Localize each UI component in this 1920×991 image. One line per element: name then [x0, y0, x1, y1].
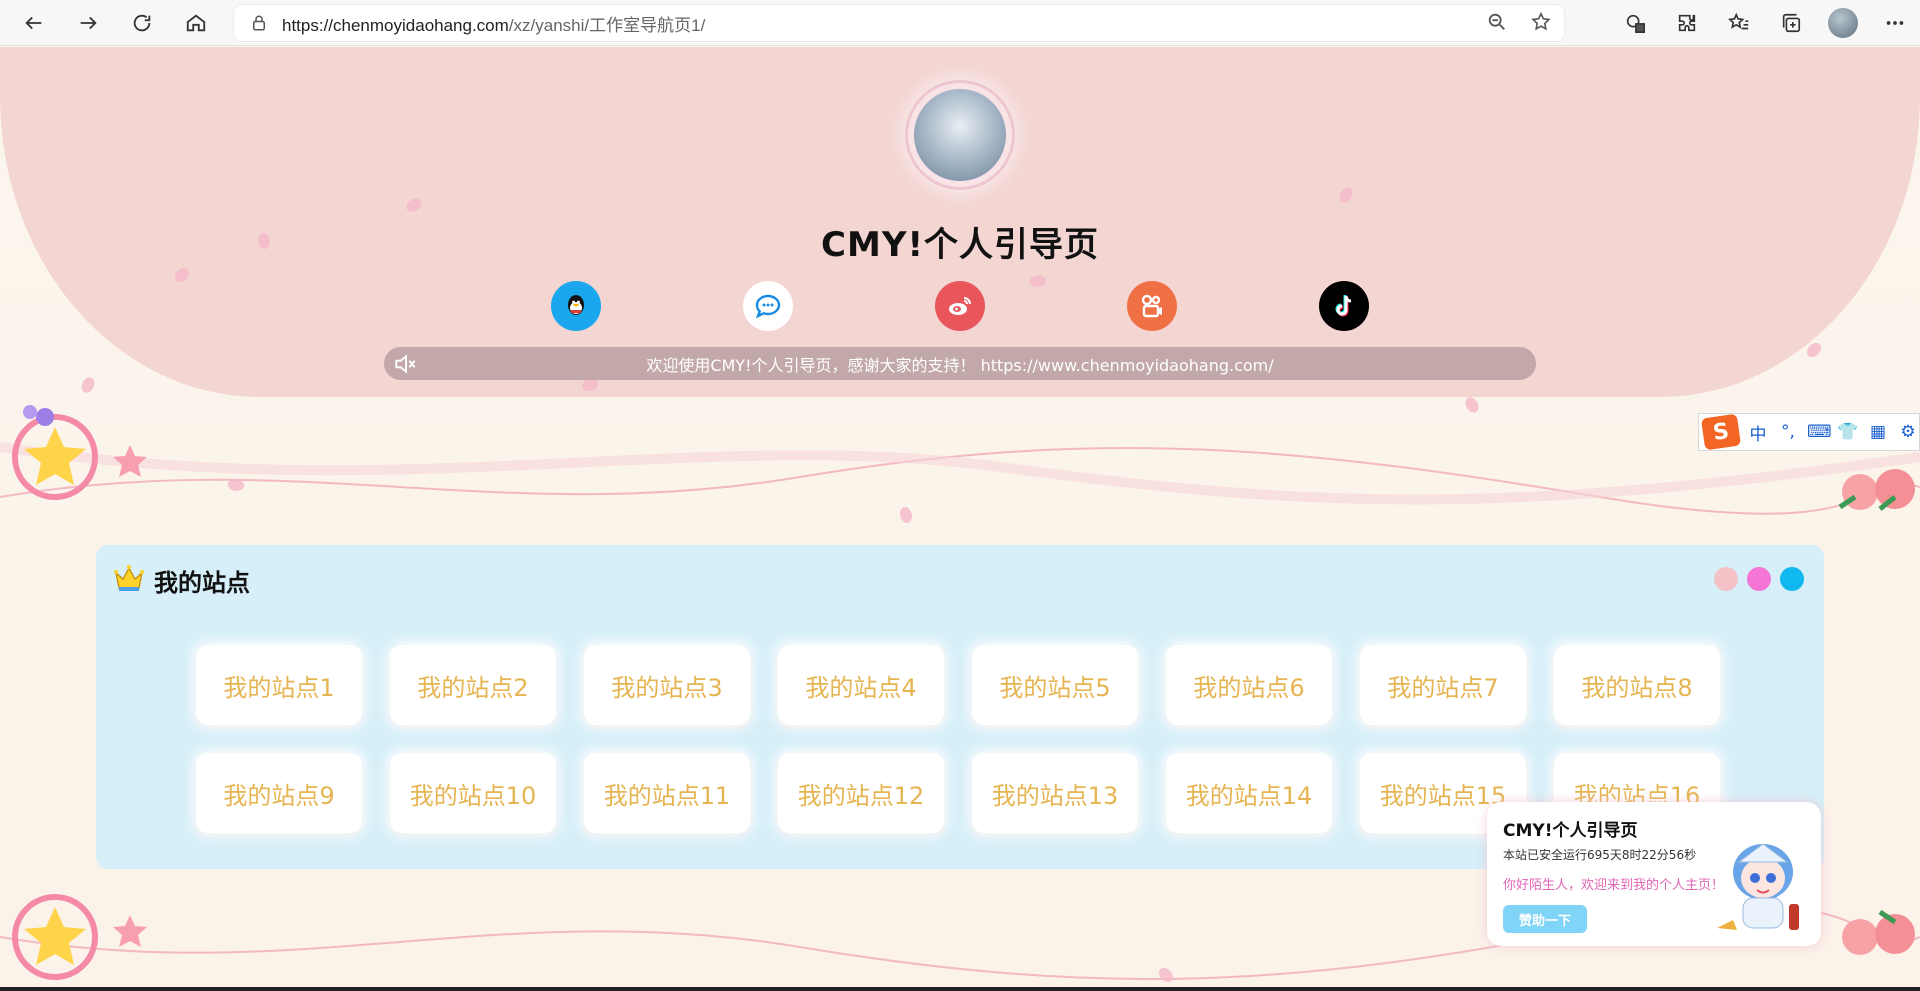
- profile-avatar: [1828, 8, 1858, 38]
- tiktok-link[interactable]: [1319, 281, 1369, 331]
- star-decoration-left: [12, 405, 147, 500]
- back-button[interactable]: [14, 3, 54, 43]
- uptime-text: 本站已安全运行695天8时22分56秒: [1503, 848, 1697, 862]
- dot-magenta: [1747, 567, 1771, 591]
- extensions-button[interactable]: [1672, 8, 1702, 38]
- settings-menu-button[interactable]: [1880, 8, 1910, 38]
- browser-toolbar: https://chenmoyidaohang.com/xz/yanshi/工作…: [0, 0, 1920, 46]
- url-path: /xz/yanshi/工作室导航页1/: [508, 15, 706, 35]
- weibo-link[interactable]: [935, 281, 985, 331]
- peach-decoration-bottom-right: [1842, 909, 1915, 955]
- mascot-illustration: [1717, 843, 1799, 930]
- collections-button[interactable]: [1776, 8, 1806, 38]
- profile-button[interactable]: [1828, 8, 1858, 38]
- more-icon: [1886, 21, 1904, 25]
- url-text: https://chenmoyidaohang.com/xz/yanshi/工作…: [282, 11, 705, 36]
- chat-link[interactable]: [743, 281, 793, 331]
- tiktok-icon: [1335, 295, 1352, 317]
- ime-toolbar[interactable]: S 中 °, ⌨ 👕 ▦ ⚙: [1698, 413, 1920, 451]
- site-link-5[interactable]: 我的站点5: [972, 645, 1138, 725]
- ime-mode[interactable]: 中: [1747, 420, 1769, 445]
- announcement-text: 欢迎使用CMY!个人引导页，感谢大家的支持！ https://www.chenm…: [646, 355, 1274, 375]
- ime-punctuation[interactable]: °,: [1777, 422, 1799, 442]
- wave-decoration-top: [0, 442, 1920, 515]
- weibo-icon: [949, 297, 971, 315]
- puzzle-icon: [1678, 14, 1696, 32]
- favorite-add-icon[interactable]: [1530, 11, 1552, 33]
- kuaishou-link[interactable]: [1127, 281, 1177, 331]
- qq-link[interactable]: [551, 281, 601, 331]
- star-decoration-bottom-left: [12, 894, 147, 980]
- window-dots: [1714, 567, 1804, 591]
- collections-icon: [1782, 13, 1801, 33]
- arrow-left-icon: [25, 16, 42, 29]
- card-title: CMY!个人引导页: [1503, 821, 1638, 841]
- welcome-card: CMY!个人引导页 本站已安全运行695天8时22分56秒 你好陌生人，欢迎来到…: [1487, 802, 1821, 946]
- avatar[interactable]: [914, 89, 1006, 181]
- favorites-button[interactable]: [1724, 8, 1754, 38]
- extension-button[interactable]: [1620, 8, 1650, 38]
- site-link-2[interactable]: 我的站点2: [390, 645, 556, 725]
- home-button[interactable]: [176, 3, 216, 43]
- favorites-list-icon: [1728, 12, 1749, 30]
- site-link-10[interactable]: 我的站点10: [390, 753, 556, 833]
- peach-decoration-right: [1838, 469, 1915, 511]
- qq-icon: [568, 295, 584, 315]
- refresh-icon: [133, 14, 151, 31]
- skin-icon[interactable]: 👕: [1837, 422, 1859, 442]
- page-bottom-edge: [0, 987, 1920, 991]
- lock-icon: [253, 15, 265, 31]
- site-link-8[interactable]: 我的站点8: [1554, 645, 1720, 725]
- toolbox-icon[interactable]: ▦: [1867, 422, 1889, 442]
- forward-button[interactable]: [68, 3, 108, 43]
- arrow-right-icon: [80, 16, 97, 29]
- site-link-7[interactable]: 我的站点7: [1360, 645, 1526, 725]
- sponsor-button[interactable]: 赞助一下: [1503, 905, 1587, 933]
- crown-icon: [112, 561, 146, 599]
- site-link-3[interactable]: 我的站点3: [584, 645, 750, 725]
- site-link-12[interactable]: 我的站点12: [778, 753, 944, 833]
- greeting-text: 你好陌生人，欢迎来到我的个人主页！: [1503, 878, 1725, 893]
- petal-decoration: [1462, 395, 1482, 415]
- ime-settings-icon[interactable]: ⚙: [1897, 422, 1919, 442]
- site-link-6[interactable]: 我的站点6: [1166, 645, 1332, 725]
- page: CMY!个人引导页 欢迎使用CMY!个人引导页，感谢大家的支持！ https:/…: [0, 47, 1920, 991]
- address-bar[interactable]: https://chenmoyidaohang.com/xz/yanshi/工作…: [234, 5, 1564, 41]
- site-link-13[interactable]: 我的站点13: [972, 753, 1138, 833]
- site-link-14[interactable]: 我的站点14: [1166, 753, 1332, 833]
- kuaishou-icon: [1141, 294, 1162, 318]
- site-link-9[interactable]: 我的站点9: [196, 753, 362, 833]
- chat-bubble-icon: [755, 294, 781, 319]
- home-icon: [186, 14, 206, 31]
- extension-icon: [1626, 14, 1645, 33]
- keyboard-icon[interactable]: ⌨: [1807, 422, 1832, 442]
- page-title: CMY!个人引导页: [821, 225, 1099, 265]
- refresh-button[interactable]: [122, 3, 162, 43]
- site-link-4[interactable]: 我的站点4: [778, 645, 944, 725]
- url-host: https://chenmoyidaohang.com: [282, 15, 509, 35]
- site-link-11[interactable]: 我的站点11: [584, 753, 750, 833]
- panel-title: 我的站点: [154, 568, 250, 597]
- dot-blue: [1780, 567, 1804, 591]
- announcement-bar: 欢迎使用CMY!个人引导页，感谢大家的支持！ https://www.chenm…: [384, 347, 1536, 380]
- site-link-1[interactable]: 我的站点1: [196, 645, 362, 725]
- avatar-frame: [900, 65, 1020, 205]
- sogou-logo[interactable]: S: [1700, 413, 1742, 451]
- dot-pink: [1714, 567, 1738, 591]
- zoom-out-icon[interactable]: [1486, 11, 1508, 33]
